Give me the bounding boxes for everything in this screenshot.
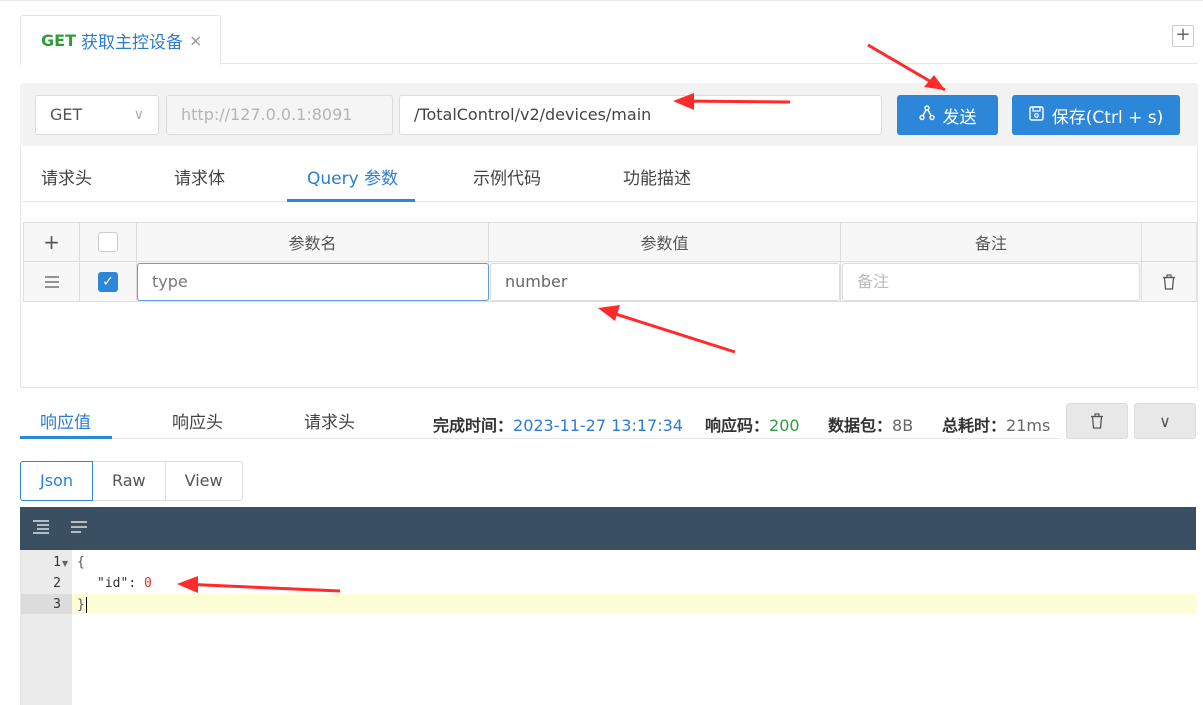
add-param-button[interactable]: + [24,223,80,261]
status-stat: 响应码：200 [705,412,800,436]
editor-toolbar [20,507,1196,550]
tab-description[interactable]: 功能描述 [623,164,691,189]
format-view-button[interactable]: View [164,461,243,501]
method-select-value: GET [50,105,83,124]
json-value: 0 [143,576,152,591]
json-colon: : [128,576,144,591]
request-bar: GET ∨ http://127.0.0.1:8091 /TotalContro… [20,83,1198,146]
tab-response-request-headers[interactable]: 请求头 [304,408,355,433]
tab-bar-divider [220,63,1198,64]
table-row: ✓ type number 备注 [23,262,1197,302]
size-label: 数据包： [828,416,893,435]
network-icon [918,105,935,125]
line-number: 1 [53,555,61,570]
param-name-input[interactable]: type [137,263,489,301]
elapsed-label: 总耗时： [942,416,1007,435]
tab-request-body[interactable]: 请求体 [174,164,225,189]
collapse-response-button[interactable]: ∨ [1134,403,1196,439]
close-icon[interactable]: × [189,31,202,50]
elapsed-stat: 总耗时：21ms [942,412,1050,436]
finish-time-value: 2023-11-27 13:17:34 [513,416,683,435]
editor-gutter: 1 ▼ 2 3 [21,550,72,705]
send-button[interactable]: 发送 [897,95,998,135]
host-input[interactable]: http://127.0.0.1:8091 [166,95,393,135]
trash-icon [1091,413,1103,429]
param-value-input[interactable]: number [490,263,840,301]
json-open-brace: { [77,555,85,570]
response-format-toggle: Json Raw View [20,461,243,501]
format-code-icon[interactable] [32,519,50,539]
code-line: "id": 0 [97,576,152,591]
clear-response-button[interactable] [1066,403,1128,439]
tab-title: 获取主控设备 [80,33,183,53]
status-value: 200 [769,416,800,435]
method-select[interactable]: GET ∨ [35,95,159,135]
select-all-checkbox[interactable] [80,223,137,261]
elapsed-value: 21ms [1006,416,1051,435]
finish-time-stat: 完成时间：2023-11-27 13:17:34 [433,412,683,436]
format-raw-button[interactable]: Raw [91,461,166,501]
send-button-label: 发送 [942,107,977,128]
status-label: 响应码： [705,416,770,435]
request-sub-tabs: 请求头 请求体 Query 参数 示例代码 功能描述 [20,146,1198,202]
path-input[interactable]: /TotalControl/v2/devices/main [399,95,882,135]
column-header-note: 备注 [841,223,1142,261]
tab-method: GET [41,31,76,50]
finish-time-label: 完成时间： [433,416,514,435]
param-note-input[interactable]: 备注 [842,263,1140,301]
row-checkbox[interactable]: ✓ [98,271,118,292]
tab-response-headers[interactable]: 响应头 [172,408,223,433]
compact-code-icon[interactable] [70,519,88,539]
size-value: 8B [892,416,914,435]
active-line-highlight [72,594,1197,614]
json-close-brace: } [77,597,85,613]
active-response-tab-indicator [20,436,112,439]
tab-response-body[interactable]: 响应值 [40,408,91,433]
request-tab[interactable]: GET 获取主控设备 × [20,15,221,65]
fold-arrow-icon[interactable]: ▼ [62,559,68,568]
checkbox-empty[interactable] [98,232,118,252]
params-table-header: + 参数名 参数值 备注 [23,222,1197,262]
tab-query-params[interactable]: Query 参数 [307,164,398,189]
save-button[interactable]: 保存(Ctrl + s) [1012,95,1180,135]
line-number: 2 [53,576,61,591]
tab-sample-code[interactable]: 示例代码 [473,164,541,189]
save-icon [1029,105,1044,125]
column-header-value: 参数值 [489,223,841,261]
column-header-action [1142,223,1196,261]
save-button-label: 保存(Ctrl + s) [1051,107,1164,128]
row-checkbox-cell[interactable]: ✓ [80,262,137,301]
response-tabs-divider [20,438,1060,439]
delete-icon[interactable] [1142,262,1196,301]
size-stat: 数据包：8B [828,412,913,436]
column-header-name: 参数名 [137,223,489,261]
tab-request-headers[interactable]: 请求头 [41,164,92,189]
chevron-down-icon: ∨ [133,107,144,123]
response-tabs: 响应值 响应头 请求头 完成时间：2023-11-27 13:17:34 响应码… [20,398,1198,440]
chevron-down-icon: ∨ [1159,411,1171,431]
response-editor[interactable]: 1 ▼ 2 3 { "id": 0 } [20,550,1197,705]
text-cursor [85,597,87,613]
line-number: 3 [53,597,61,612]
code-line: { [77,555,85,570]
request-tab-bar: GET 获取主控设备 × + [0,0,1203,65]
query-params-panel: + 参数名 参数值 备注 ✓ type number 备注 [20,202,1198,388]
add-tab-button[interactable]: + [1172,25,1194,47]
code-line: } [77,597,87,613]
format-json-button[interactable]: Json [20,461,93,501]
json-key: "id" [97,576,129,591]
drag-handle-icon[interactable] [24,262,80,301]
